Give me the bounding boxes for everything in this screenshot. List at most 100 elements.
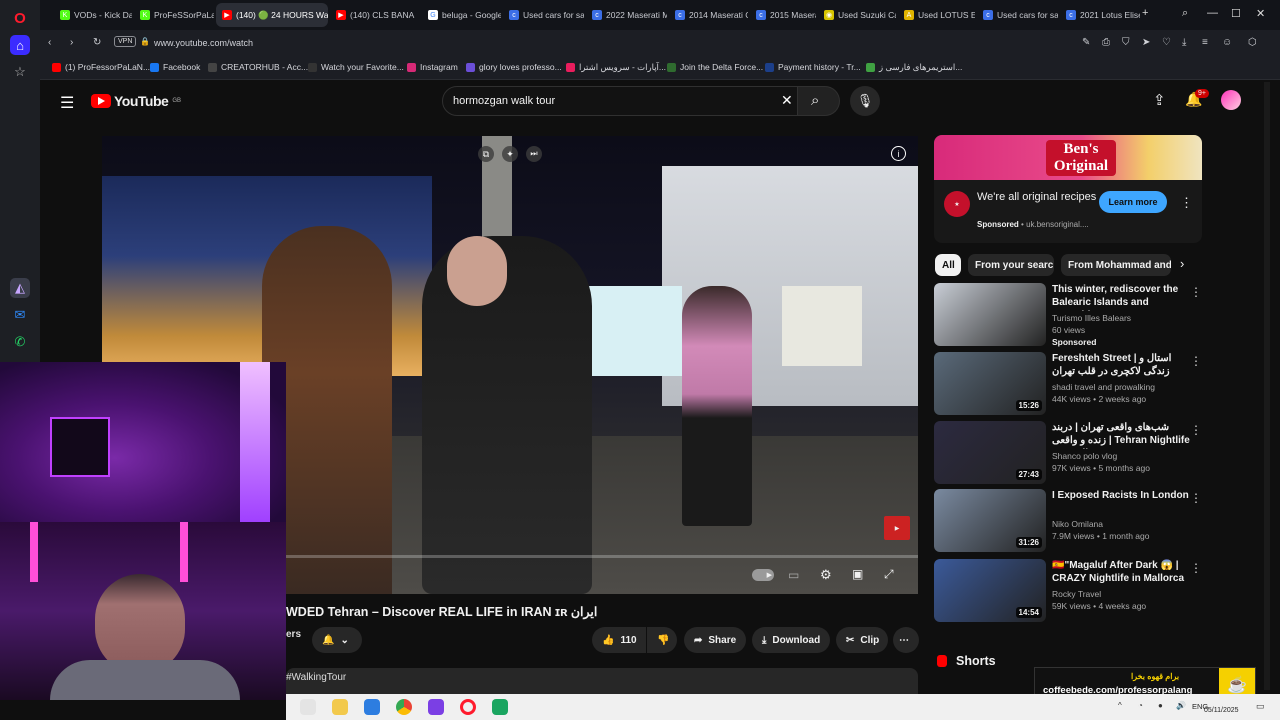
dislike-button[interactable]: 👎 — [647, 627, 677, 653]
progress-bar[interactable] — [286, 555, 918, 558]
sparkle-icon[interactable]: ✦ — [502, 146, 518, 162]
menu-icon[interactable]: ≡ — [1202, 37, 1208, 48]
tab[interactable]: ▶ (140) CLS BANA — [330, 3, 420, 27]
file-explorer-icon[interactable] — [332, 699, 348, 715]
messenger-icon[interactable]: ✉ — [10, 305, 30, 325]
tab[interactable]: A Used LOTUS ELIS — [898, 3, 975, 27]
tab[interactable]: c 2022 Maserati M — [586, 3, 667, 27]
bookmark-item[interactable]: Instagram — [407, 62, 458, 72]
star-icon[interactable]: ☆ — [10, 62, 30, 82]
notification-settings-button[interactable]: 🔔 ⌄ — [312, 627, 362, 653]
notification-center-icon[interactable]: ▭ — [1256, 701, 1265, 712]
recommendation-title[interactable]: This winter, rediscover the Balearic Isl… — [1052, 283, 1190, 311]
tab[interactable]: K ProFeSSorPaLaN — [134, 3, 214, 27]
tab[interactable]: ◉ Used Suzuki Car — [818, 3, 896, 27]
tab[interactable]: ▶ (140) 🟢 24 HOURS Walk — [216, 3, 328, 27]
lock-icon[interactable]: 🔒 — [140, 37, 150, 46]
bookmark-item[interactable]: استریمرهای فارسی ز... — [866, 62, 962, 73]
tab[interactable]: c 2015 Maserati G — [750, 3, 816, 27]
maximize-button[interactable]: ☐ — [1231, 7, 1241, 20]
skip-icon[interactable]: ⏭ — [526, 146, 542, 162]
filter-chip[interactable]: All — [935, 254, 961, 276]
video-thumbnail[interactable]: 27:43 — [934, 421, 1046, 484]
new-tab-button[interactable]: + — [1142, 7, 1148, 19]
minimize-button[interactable]: — — [1207, 7, 1218, 19]
recommendation-title[interactable]: 🇪🇸"Magaluf After Dark 😱 | CRAZY Nightlif… — [1052, 559, 1190, 587]
tab[interactable]: Gbeluga - Google — [422, 3, 501, 27]
extensions-icon[interactable]: ⬡ — [1248, 37, 1257, 48]
app-icon[interactable] — [428, 699, 444, 715]
mic-tray-icon[interactable]: ● — [1158, 701, 1163, 710]
whatsapp-icon[interactable]: ✆ — [10, 332, 30, 352]
send-icon[interactable]: ➤ — [1142, 37, 1150, 48]
video-thumbnail[interactable] — [934, 283, 1046, 346]
tab[interactable]: c Used cars for sal — [503, 3, 584, 27]
channel-name[interactable]: ers — [286, 629, 301, 640]
chevron-right-icon[interactable]: › — [1180, 256, 1184, 271]
bookmark-item[interactable]: (1) ProFessorPaLaN... — [52, 62, 150, 72]
ad-more-icon[interactable]: ⋮ — [1180, 195, 1193, 211]
recommendation-channel[interactable]: Turismo Illes Balears — [1052, 313, 1131, 323]
recommendation-item[interactable]: 15:26 Fereshteh Street | استال و زندگی لا… — [934, 352, 1264, 416]
create-upload-icon[interactable]: ⇪ — [1153, 91, 1166, 109]
recommendation-title[interactable]: I Exposed Racists In London — [1052, 489, 1190, 502]
obs-icon[interactable] — [492, 699, 508, 715]
more-icon[interactable]: ⋮ — [1190, 491, 1202, 505]
wifi-icon[interactable]: ◔ — [1138, 701, 1143, 710]
filter-chip[interactable]: From Mohammad and t — [1061, 254, 1171, 276]
recommendation-title[interactable]: Fereshteh Street | استال و زندگی لاکچری … — [1052, 352, 1190, 378]
tray-arrow-icon[interactable]: ^ — [1118, 701, 1122, 710]
settings-gear-icon[interactable]: ⚙ — [820, 567, 832, 583]
heart-icon[interactable]: ♡ — [1162, 37, 1171, 48]
recommendation-title[interactable]: شب‌های واقعی تهران | دربند زنده و واقعی … — [1052, 421, 1190, 449]
search-tabs-icon[interactable]: ⌕ — [1182, 7, 1188, 20]
opera-taskbar-icon[interactable] — [460, 699, 476, 715]
vscode-icon[interactable] — [364, 699, 380, 715]
recommendation-item[interactable]: 27:43 شب‌های واقعی تهران | دربند زنده و و… — [934, 421, 1264, 485]
bookmark-item[interactable]: آپارات - سرویس اشترا... — [566, 62, 666, 73]
recommendation-item[interactable]: This winter, rediscover the Balearic Isl… — [934, 283, 1264, 347]
vpn-badge[interactable]: VPN — [114, 36, 137, 47]
chrome-icon[interactable] — [396, 699, 412, 715]
forward-icon[interactable]: › — [70, 37, 73, 48]
camera-icon[interactable]: ⎙ — [1102, 37, 1110, 48]
subtitles-icon[interactable]: ▭ — [788, 568, 799, 582]
recommendation-channel[interactable]: Rocky Travel — [1052, 589, 1101, 599]
bookmark-item[interactable]: Watch your Favorite... — [308, 62, 404, 72]
clock-date[interactable]: 05/11/2025 — [1204, 707, 1239, 714]
download-icon[interactable]: ⤓ — [1182, 37, 1186, 48]
more-icon[interactable]: ⋮ — [1190, 561, 1202, 575]
profile-icon[interactable]: ☺ — [1222, 37, 1232, 48]
search-button[interactable]: ⌕ — [798, 86, 840, 116]
hamburger-menu-icon[interactable]: ☰ — [60, 93, 74, 113]
bookmark-item[interactable]: Payment history - Tr... — [765, 62, 861, 72]
learn-more-button[interactable]: Learn more — [1099, 191, 1167, 213]
description-box[interactable] — [286, 668, 918, 694]
close-window-button[interactable]: ✕ — [1256, 7, 1265, 20]
youtube-logo[interactable]: YouTube GB — [91, 93, 181, 109]
tab[interactable]: c 2014 Maserati G — [669, 3, 748, 27]
home-icon[interactable]: ⌂ — [10, 35, 30, 55]
share-button[interactable]: ➦ Share — [684, 627, 746, 653]
bookmark-item[interactable]: CREATORHUB - Acc... — [208, 62, 308, 72]
recommendation-item[interactable]: 14:54 🇪🇸"Magaluf After Dark 😱 | CRAZY Nig… — [934, 559, 1264, 623]
search-input[interactable]: hormozgan walk tour ✕ — [442, 86, 798, 116]
recommendation-channel[interactable]: shadi travel and prowalking — [1052, 382, 1155, 392]
more-actions-button[interactable]: ⋯ — [893, 627, 919, 653]
back-icon[interactable]: ‹ — [48, 37, 51, 48]
tab[interactable]: c Used cars for sal — [977, 3, 1058, 27]
edit-icon[interactable]: ✎ — [1082, 37, 1090, 48]
avatar[interactable] — [1221, 90, 1241, 110]
reload-icon[interactable]: ↻ — [93, 37, 101, 48]
bookmark-item[interactable]: Join the Delta Force... — [667, 62, 763, 72]
page-scrollbar[interactable] — [1264, 82, 1270, 690]
more-icon[interactable]: ⋮ — [1190, 354, 1202, 368]
volume-icon[interactable]: 🔊 — [1176, 701, 1186, 710]
recommendation-channel[interactable]: Shanco polo vlog — [1052, 451, 1117, 461]
bookmark-item[interactable]: glory loves professo... — [466, 62, 562, 72]
more-icon[interactable]: ⋮ — [1190, 285, 1202, 299]
download-button[interactable]: ⤓ Download — [752, 627, 830, 653]
opera-logo-icon[interactable]: O — [10, 8, 30, 28]
fullscreen-icon[interactable]: ⤢ — [884, 567, 894, 582]
hashtag-link[interactable]: #WalkingTour — [286, 672, 346, 683]
